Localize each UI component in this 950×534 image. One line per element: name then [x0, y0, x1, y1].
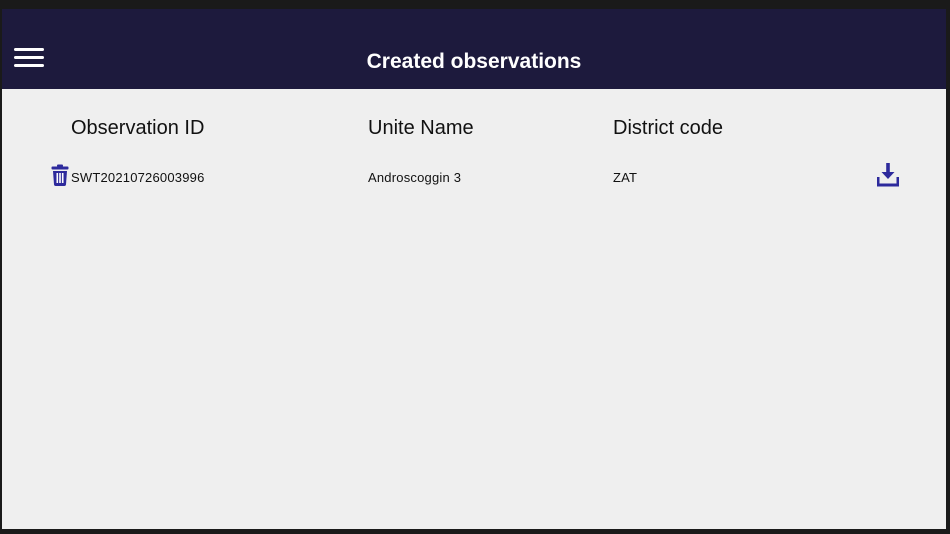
table-row: SWT20210726003996 Androscoggin 3 ZAT: [2, 161, 946, 195]
top-app-bar: Created observations: [2, 9, 946, 89]
observation-id-cell: SWT20210726003996: [71, 170, 205, 185]
column-header-unite-name: Unite Name: [368, 117, 474, 139]
unite-name-cell: Androscoggin 3: [368, 170, 462, 185]
district-code-cell: ZAT: [613, 170, 638, 185]
download-icon: [876, 163, 900, 187]
page-title: Created observations: [366, 50, 582, 73]
app-window: Created observations Observation ID Unit…: [2, 9, 946, 529]
column-header-district-code: District code: [613, 117, 724, 139]
column-header-observation-id: Observation ID: [71, 117, 205, 139]
delete-button[interactable]: [51, 164, 69, 186]
download-button[interactable]: [876, 163, 900, 187]
trash-icon: [51, 164, 69, 186]
